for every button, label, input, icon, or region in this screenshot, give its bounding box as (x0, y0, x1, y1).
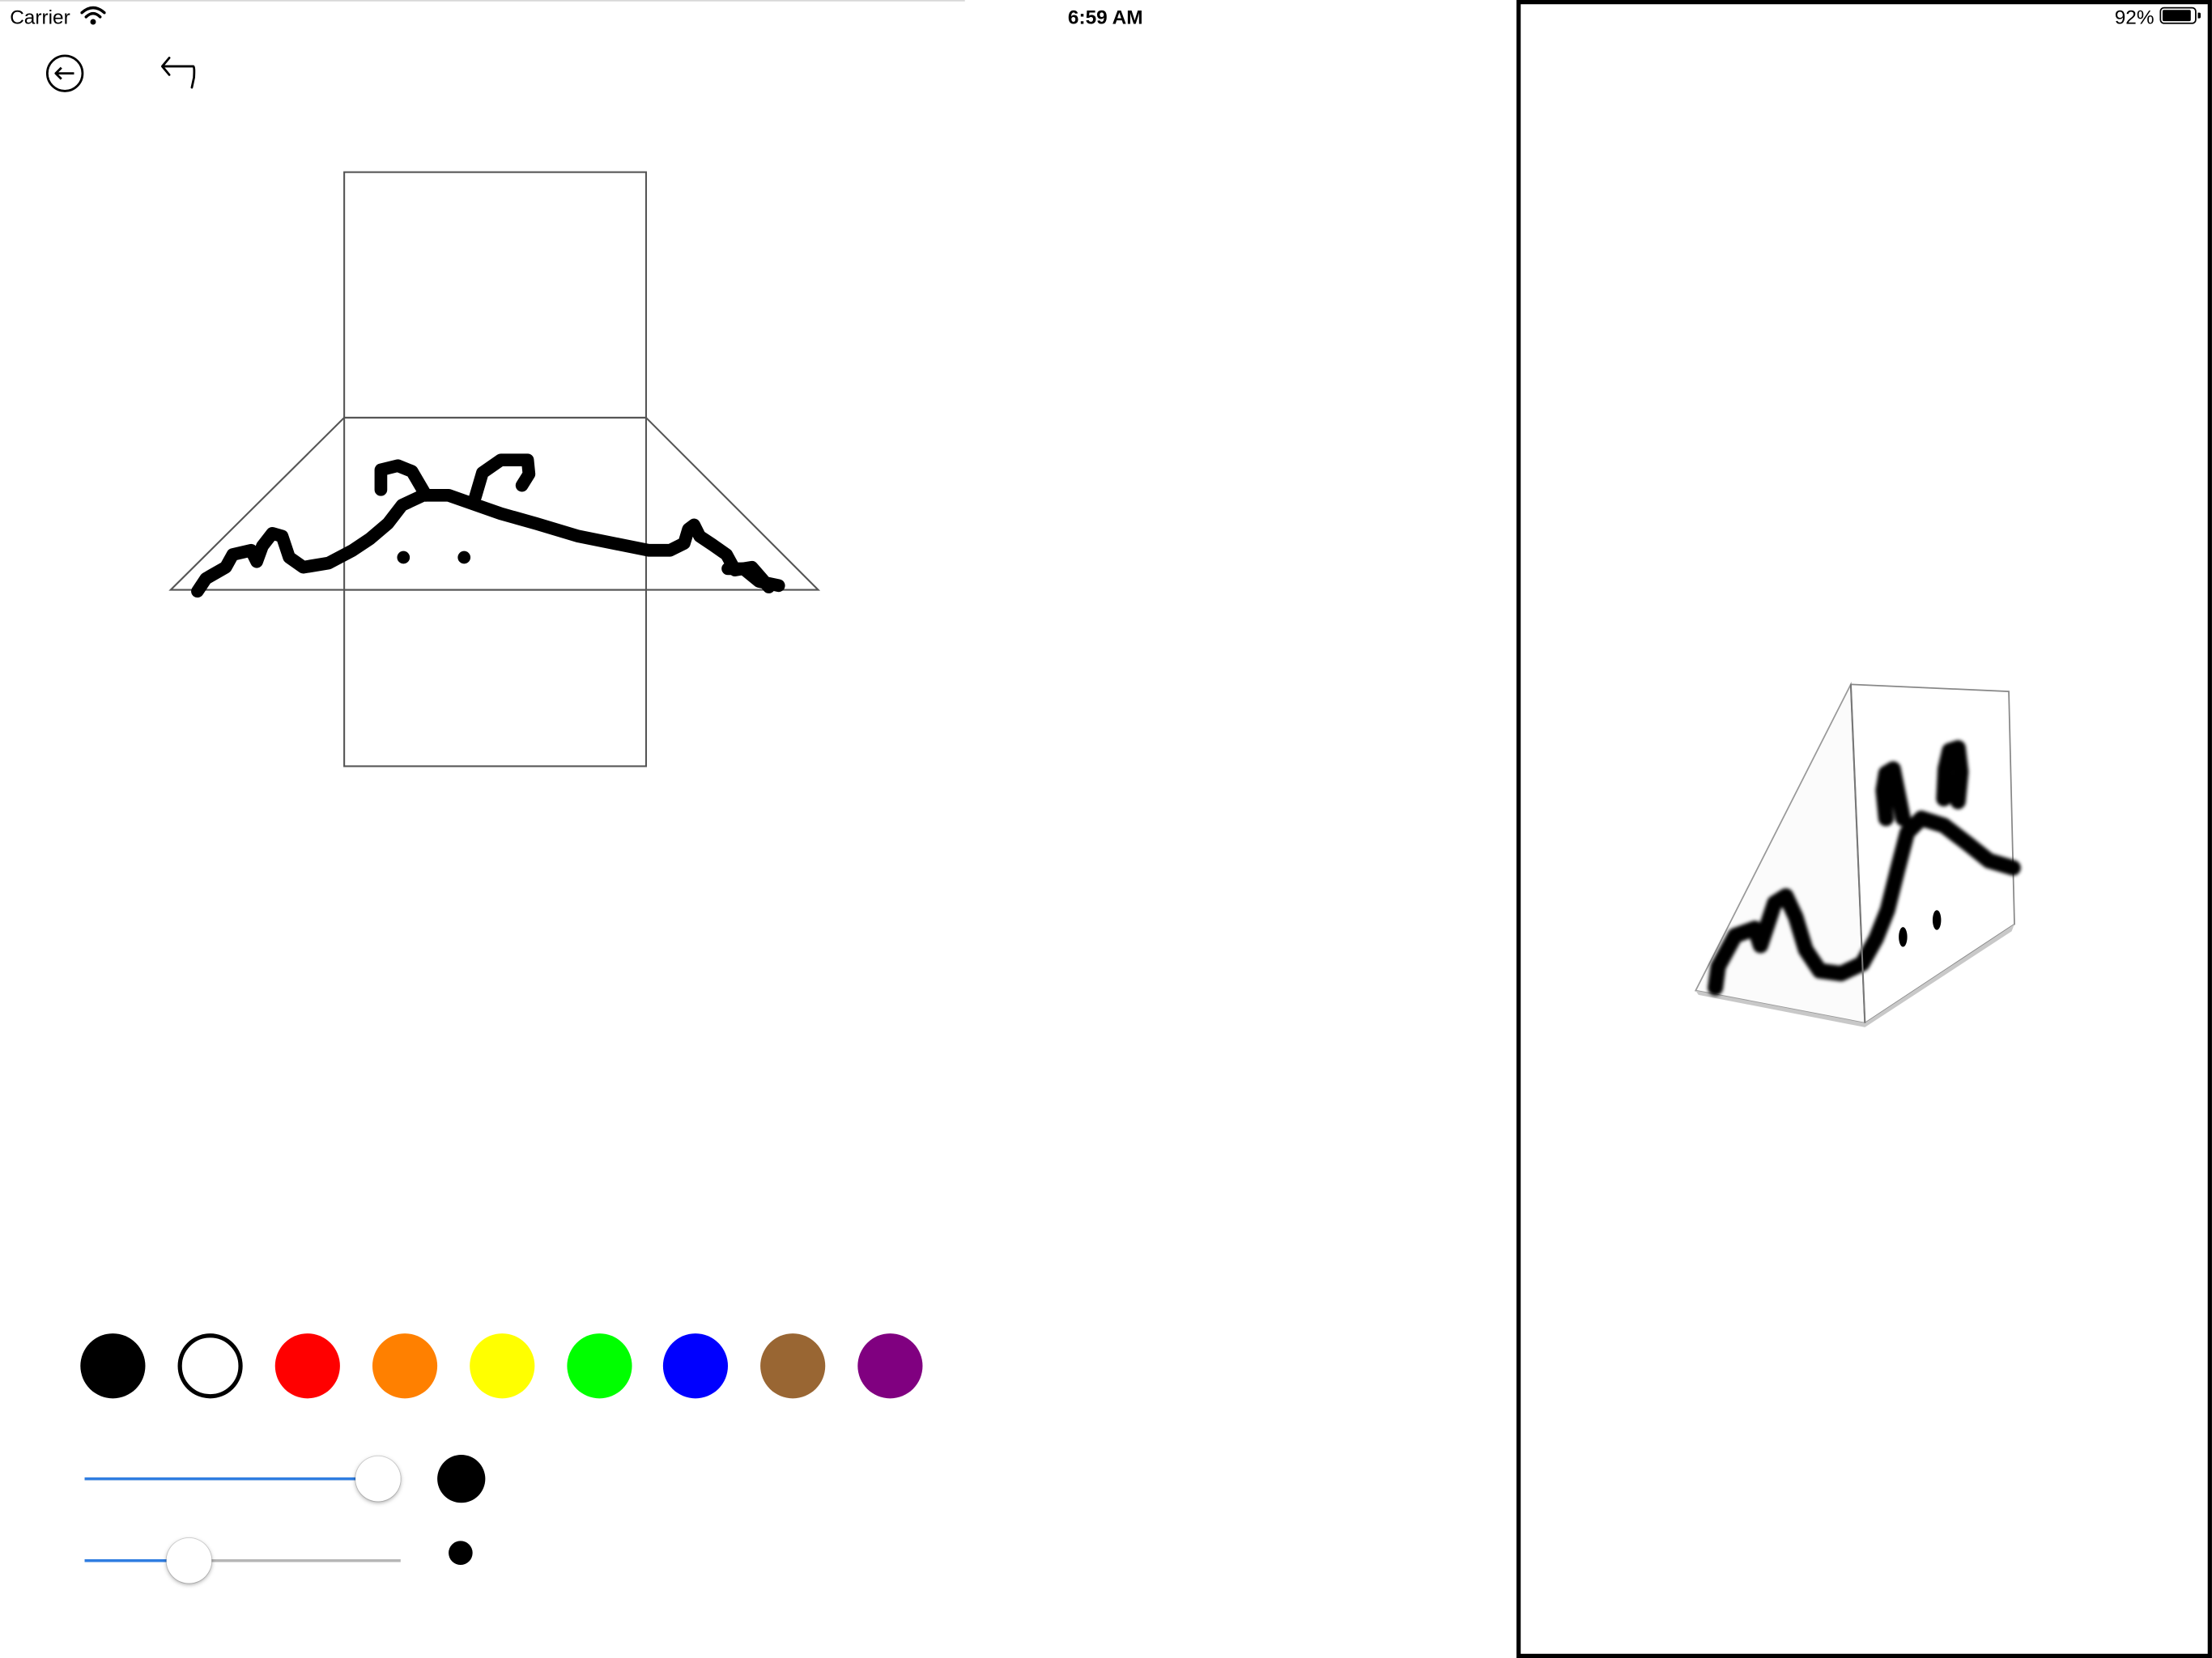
net-middle-face (343, 416, 648, 591)
prism-texture-stroke-ear-left (1875, 761, 1911, 827)
drawing-eye-right (457, 551, 471, 564)
color-swatch-red[interactable] (274, 1333, 340, 1399)
color-swatch-black[interactable] (80, 1333, 146, 1399)
drawing-eye-left (397, 551, 410, 564)
color-swatch-blue[interactable] (662, 1333, 729, 1399)
app-screen: Carrier 6:59 AM 92% (0, 0, 2212, 1658)
brush-size-preview (437, 1455, 486, 1503)
drawing-stroke-body (191, 488, 776, 598)
brush-size-slider[interactable] (84, 1456, 402, 1502)
drawing-stroke-right-tail (721, 562, 785, 593)
prism-texture-eye-right (1932, 910, 1942, 930)
prism-texture-eye-left (1899, 927, 1908, 947)
color-swatch-green[interactable] (567, 1333, 632, 1399)
color-swatch-brown[interactable] (760, 1333, 826, 1399)
drawing-canvas[interactable] (0, 0, 988, 847)
drawing-stroke-left-antenna (374, 459, 433, 502)
secondary-size-preview (449, 1541, 473, 1565)
color-swatch-yellow[interactable] (470, 1333, 535, 1399)
secondary-slider[interactable] (84, 1537, 401, 1584)
net-top-face (343, 171, 648, 419)
net-bottom-face (343, 589, 648, 767)
color-swatch-white[interactable] (177, 1333, 243, 1399)
color-swatch-purple[interactable] (857, 1333, 923, 1399)
prism-texture-stroke-ear-right (1936, 740, 1969, 810)
secondary-slider-thumb[interactable] (166, 1537, 212, 1584)
user-drawing (191, 453, 785, 598)
prism-faces (1694, 681, 2015, 1027)
drawing-stroke-right-antenna (469, 453, 536, 504)
status-time: 6:59 AM (1067, 5, 1143, 28)
color-swatch-orange[interactable] (372, 1333, 438, 1399)
brush-size-slider-thumb[interactable] (355, 1456, 402, 1502)
brush-size-slider-fill (84, 1477, 379, 1481)
prism-3d-view[interactable] (1665, 663, 2045, 1058)
